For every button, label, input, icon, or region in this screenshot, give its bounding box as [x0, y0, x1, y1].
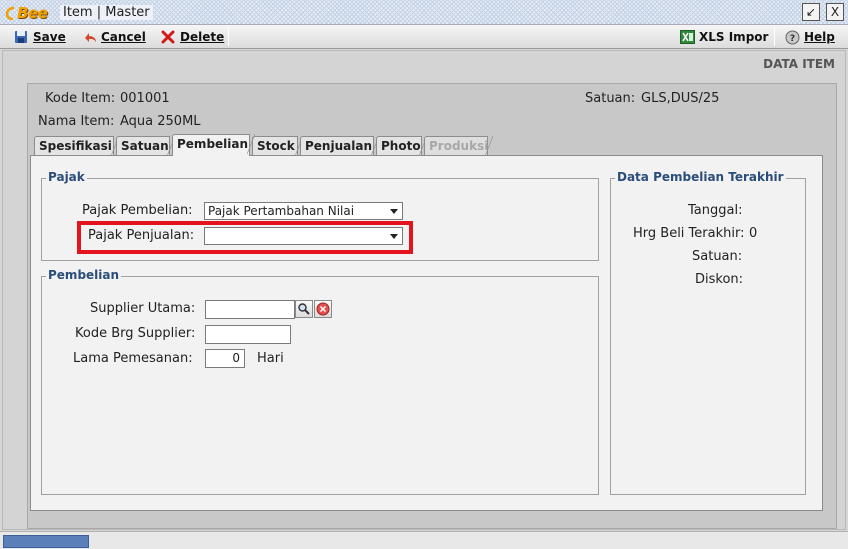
search-icon [298, 303, 310, 315]
delete-button[interactable]: Delete [161, 27, 224, 47]
help-label: Help [804, 30, 835, 44]
nama-item-label: Nama Item: [38, 114, 115, 129]
kode-brg-supplier-input[interactable] [205, 325, 291, 344]
toolbar-separator [774, 28, 775, 46]
pembelian-terakhir-legend: Data Pembelian Terakhir [615, 170, 786, 184]
supplier-utama-input[interactable] [205, 300, 295, 319]
close-button[interactable]: X [826, 3, 844, 21]
lama-pemesanan-input[interactable]: 0 [205, 349, 245, 368]
toolbar: Save Cancel Delete XLS Impor ? Help [0, 25, 848, 49]
restore-button[interactable]: ↙ [802, 3, 820, 21]
save-button[interactable]: Save [14, 27, 66, 47]
save-label: Save [33, 30, 66, 44]
search-supplier-button[interactable] [295, 300, 313, 318]
hrg-beli-terakhir-value: 0 [749, 226, 758, 241]
satuan-terakhir-label: Satuan: [692, 249, 743, 264]
save-icon [14, 30, 28, 44]
tab-photo[interactable]: Photo [376, 136, 427, 156]
toolbar-separator [228, 28, 229, 46]
xls-import-button[interactable]: XLS Impor [680, 27, 768, 47]
lama-pemesanan-label: Lama Pemesanan: [73, 351, 193, 366]
tab-penjualan[interactable]: Penjualan [300, 136, 379, 156]
tab-spesifikasi[interactable]: Spesifikasi [34, 136, 119, 156]
tab-stock[interactable]: Stock [252, 136, 303, 156]
pajak-legend: Pajak [46, 170, 87, 184]
window-title: Item | Master [60, 5, 153, 20]
kode-brg-supplier-label: Kode Brg Supplier: [75, 326, 196, 341]
lama-pemesanan-unit: Hari [257, 351, 284, 366]
logo-text: Bee [17, 3, 48, 22]
section-title: DATA ITEM [763, 57, 835, 71]
cancel-label: Cancel [101, 30, 146, 44]
tab-produksi: Produksi [424, 136, 493, 156]
nama-item-value: Aqua 250ML [120, 114, 201, 129]
hrg-beli-terakhir-label: Hrg Beli Terakhir: [633, 226, 745, 241]
tab-satuan[interactable]: Satuan [116, 136, 175, 156]
diskon-label: Diskon: [695, 272, 744, 287]
tab-pembelian[interactable]: Pembelian [172, 134, 255, 156]
restore-icon: ↙ [805, 5, 817, 19]
clear-icon [316, 302, 330, 316]
pembelian-legend: Pembelian [46, 268, 122, 282]
supplier-utama-label: Supplier Utama: [90, 301, 196, 316]
help-icon: ? [785, 30, 800, 45]
pajak-pembelian-value: Pajak Pertambahan Nilai [208, 204, 355, 218]
app-logo: Bee [6, 3, 48, 22]
kode-item-value: 001001 [120, 91, 170, 106]
svg-text:?: ? [790, 34, 795, 44]
tanggal-label: Tanggal: [688, 203, 743, 218]
cancel-icon [82, 30, 96, 44]
xls-icon [680, 30, 695, 44]
xls-import-label: XLS Impor [699, 30, 769, 44]
status-bar [0, 531, 848, 549]
kode-item-label: Kode Item: [45, 91, 116, 106]
chevron-down-icon [390, 209, 398, 214]
satuan-value: GLS,DUS/25 [641, 91, 720, 106]
cancel-button[interactable]: Cancel [82, 27, 146, 47]
delete-icon [161, 30, 175, 44]
pajak-pembelian-label: Pajak Pembelian: [82, 203, 193, 218]
tab-panel-pembelian: Pajak Pajak Pembelian: Pajak Pertambahan… [30, 155, 823, 511]
chevron-down-icon [390, 234, 398, 239]
help-button[interactable]: ? Help [785, 27, 835, 47]
close-icon: X [830, 5, 840, 19]
pajak-penjualan-select[interactable] [204, 227, 403, 245]
pajak-penjualan-label: Pajak Penjualan: [88, 228, 195, 243]
delete-label: Delete [180, 30, 225, 44]
title-bar: Bee Item | Master ↙ X [0, 0, 848, 25]
clear-supplier-button[interactable] [314, 300, 332, 318]
status-progress-bar [3, 535, 89, 548]
logo-icon [6, 6, 15, 20]
pajak-pembelian-select[interactable]: Pajak Pertambahan Nilai [204, 202, 403, 220]
satuan-label: Satuan: [585, 91, 636, 106]
